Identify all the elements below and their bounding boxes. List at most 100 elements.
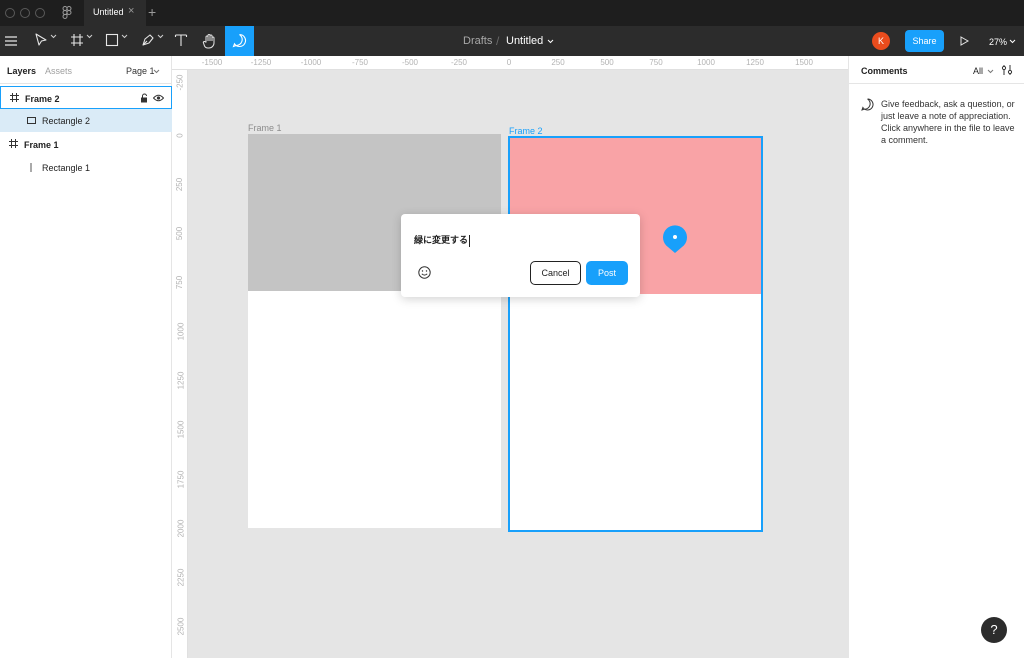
chevron-down-icon[interactable] bbox=[987, 68, 994, 75]
breadcrumb-separator: / bbox=[496, 34, 500, 48]
layer-label: Frame 2 bbox=[25, 94, 60, 104]
document-tab-label: Untitled bbox=[93, 7, 124, 17]
rectangle-icon bbox=[105, 33, 119, 47]
chevron-down-icon bbox=[86, 34, 93, 39]
ruler-tick-label: 0 bbox=[506, 58, 512, 67]
chevron-down-icon[interactable] bbox=[153, 68, 160, 75]
shape-tool-button[interactable] bbox=[100, 26, 132, 56]
frame-1[interactable] bbox=[248, 134, 501, 528]
rectangle-icon bbox=[27, 117, 36, 124]
figma-app: Untitled × + Drafts / Untitled K Share 2… bbox=[0, 0, 1024, 658]
filter-settings-icon[interactable] bbox=[1001, 64, 1013, 76]
ruler-tick-label: 250 bbox=[551, 58, 565, 67]
chevron-down-icon bbox=[121, 34, 128, 39]
ruler-tick-label: -500 bbox=[401, 58, 419, 67]
figma-logo-icon[interactable] bbox=[61, 6, 73, 20]
comment-input[interactable]: 緑に変更する bbox=[414, 233, 471, 247]
ruler-tick-label: -1250 bbox=[250, 58, 272, 67]
window-close-dot[interactable] bbox=[5, 8, 15, 18]
ruler-tick-label: 2500 bbox=[176, 617, 186, 636]
hand-tool-button[interactable] bbox=[198, 26, 222, 56]
ruler-tick-label: 1750 bbox=[176, 470, 186, 489]
tab-layers[interactable]: Layers bbox=[7, 66, 36, 76]
text-tool-button[interactable] bbox=[170, 26, 192, 56]
panel-divider bbox=[0, 83, 172, 84]
chevron-down-icon bbox=[157, 34, 164, 39]
title-bar: Untitled × + bbox=[0, 0, 1024, 26]
ruler-tick-label: 1000 bbox=[176, 322, 186, 341]
chevron-down-icon[interactable] bbox=[1009, 38, 1016, 45]
comment-composer: 緑に変更する Cancel Post bbox=[401, 214, 640, 297]
chevron-down-icon bbox=[50, 34, 57, 39]
emoji-icon[interactable] bbox=[418, 266, 431, 279]
move-tool-button[interactable] bbox=[28, 26, 60, 56]
comments-panel: Comments All Give feedback, ask a questi… bbox=[848, 56, 1024, 658]
ruler-tick-label: 2250 bbox=[176, 568, 186, 587]
ruler-tick-label: 250 bbox=[175, 177, 185, 192]
ruler-tick-label: 2000 bbox=[176, 519, 186, 538]
text-caret bbox=[469, 234, 471, 247]
comment-bubble-icon bbox=[861, 98, 874, 111]
layer-row-rectangle-2[interactable]: Rectangle 2 bbox=[0, 109, 172, 132]
layer-row-frame-1[interactable]: Frame 1 bbox=[0, 133, 172, 156]
frame-hash-icon bbox=[9, 139, 18, 148]
ruler-tick-label: -250 bbox=[175, 74, 185, 91]
tab-assets[interactable]: Assets bbox=[45, 66, 72, 76]
frame-2-label[interactable]: Frame 2 bbox=[509, 126, 543, 136]
ruler-tick-label: 1500 bbox=[795, 58, 813, 67]
comment-bubble-icon bbox=[232, 33, 247, 48]
main-menu-button[interactable] bbox=[0, 26, 24, 56]
layer-label: Frame 1 bbox=[24, 140, 59, 150]
ruler-tick-label: -250 bbox=[450, 58, 468, 67]
layer-row-rectangle-1[interactable]: Rectangle 1 bbox=[0, 156, 172, 179]
ruler-tick-label: 1250 bbox=[746, 58, 764, 67]
window-minimize-dot[interactable] bbox=[20, 8, 30, 18]
ruler-tick-label: -1000 bbox=[300, 58, 322, 67]
hamburger-icon bbox=[5, 36, 17, 46]
help-button[interactable]: ? bbox=[981, 617, 1007, 643]
present-play-icon[interactable] bbox=[959, 36, 969, 46]
ruler-tick-label: 500 bbox=[600, 58, 614, 67]
breadcrumb-drafts-link[interactable]: Drafts bbox=[463, 35, 492, 47]
comments-empty-hint: Give feedback, ask a question, or just l… bbox=[881, 99, 1015, 145]
pen-tool-button[interactable] bbox=[136, 26, 168, 56]
share-button[interactable]: Share bbox=[905, 30, 944, 52]
user-avatar[interactable]: K bbox=[872, 32, 890, 50]
cursor-arrow-icon bbox=[35, 33, 47, 46]
page-selector[interactable]: Page 1 bbox=[126, 66, 155, 76]
cancel-button[interactable]: Cancel bbox=[530, 261, 581, 285]
ruler-tick-label: 750 bbox=[175, 275, 185, 290]
pen-icon bbox=[142, 34, 154, 46]
ruler-left: -250 0 250 500 750 1000 1250 1500 1750 2… bbox=[172, 70, 188, 658]
panel-divider bbox=[849, 83, 1024, 84]
ruler-tick-label: 500 bbox=[175, 226, 185, 241]
zoom-level-menu[interactable]: 27% bbox=[989, 37, 1007, 47]
new-tab-icon[interactable]: + bbox=[148, 4, 156, 20]
comments-filter-dropdown[interactable]: All bbox=[973, 66, 983, 76]
layer-label: Rectangle 1 bbox=[42, 163, 91, 173]
frame-tool-button[interactable] bbox=[64, 26, 96, 56]
line-icon bbox=[30, 163, 32, 172]
ruler-top: -1500 -1250 -1000 -750 -500 -250 0 250 5… bbox=[172, 56, 848, 70]
frame-2-selection-outline bbox=[508, 136, 763, 532]
text-t-icon bbox=[174, 34, 188, 46]
layers-panel: Layers Assets Page 1 Frame 2 Rectangle 2… bbox=[0, 56, 172, 658]
close-tab-icon[interactable]: × bbox=[128, 5, 134, 17]
layer-row-frame-2[interactable]: Frame 2 bbox=[0, 86, 172, 109]
ruler-tick-label: 1250 bbox=[176, 371, 186, 390]
eye-icon[interactable] bbox=[153, 94, 164, 102]
frame-hash-icon bbox=[71, 34, 83, 46]
ruler-tick-label: -1500 bbox=[201, 58, 223, 67]
layer-label: Rectangle 2 bbox=[42, 116, 91, 126]
comment-tool-button[interactable] bbox=[225, 26, 254, 56]
comments-panel-title: Comments bbox=[861, 66, 908, 76]
file-title-menu[interactable]: Untitled bbox=[506, 35, 543, 47]
frame-1-label[interactable]: Frame 1 bbox=[248, 123, 282, 133]
chevron-down-icon[interactable] bbox=[547, 38, 554, 45]
lock-icon[interactable] bbox=[140, 93, 149, 103]
comment-pin-icon[interactable] bbox=[662, 224, 688, 254]
post-button[interactable]: Post bbox=[586, 261, 628, 285]
window-maximize-dot[interactable] bbox=[35, 8, 45, 18]
hand-icon bbox=[202, 34, 215, 49]
document-tab[interactable]: Untitled × bbox=[84, 0, 146, 26]
